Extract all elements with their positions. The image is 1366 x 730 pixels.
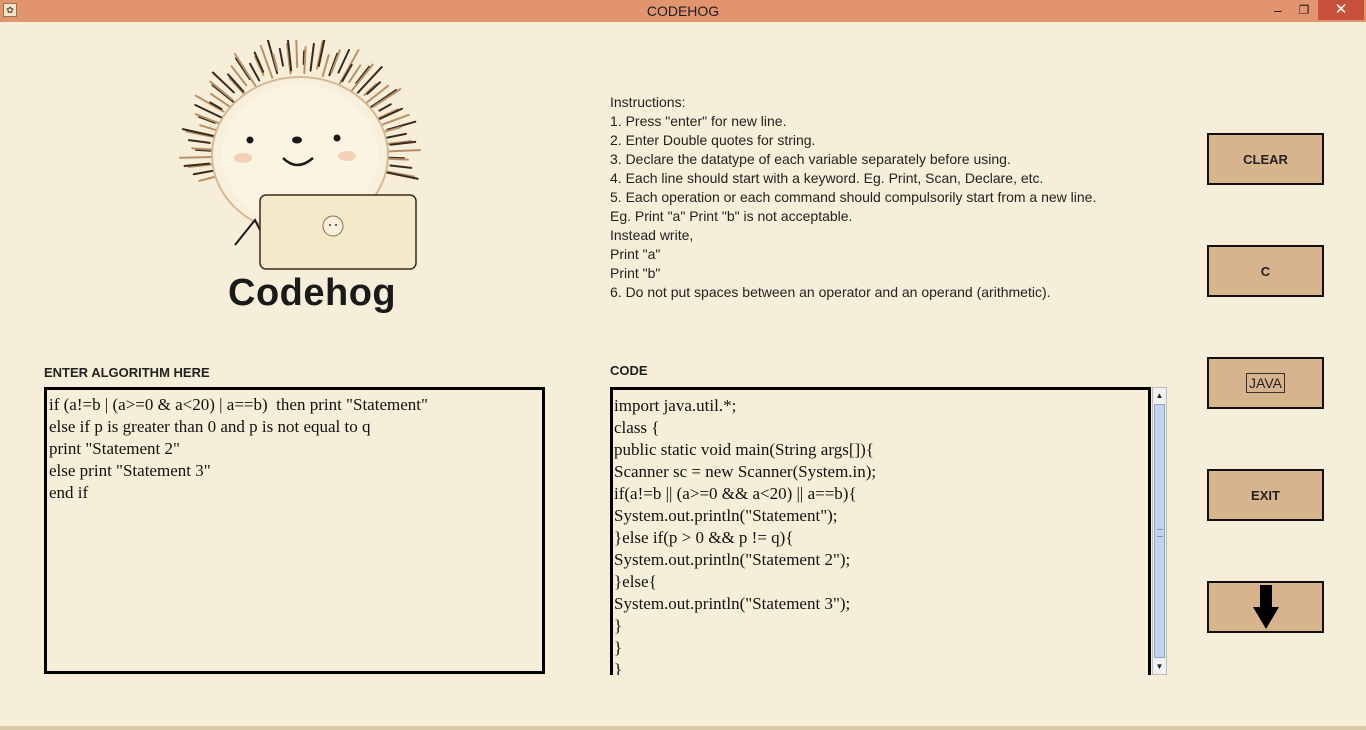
java-button-label: JAVA <box>1246 373 1285 393</box>
algorithm-line: else if p is greater than 0 and p is not… <box>49 417 371 436</box>
code-line: public static void main(String args[]){ <box>614 440 874 459</box>
code-label: CODE <box>610 363 648 378</box>
grip-icon <box>1157 529 1163 537</box>
instruction-line: 6. Do not put spaces between an operator… <box>610 284 1051 300</box>
clear-button[interactable]: CLEAR <box>1207 133 1324 185</box>
code-line: class { <box>614 418 660 437</box>
instruction-line: Print "b" <box>610 265 661 281</box>
instruction-line: Instructions: <box>610 94 686 110</box>
instruction-line: Eg. Print "a" Print "b" is not acceptabl… <box>610 208 853 224</box>
code-line: import java.util.*; <box>614 396 737 415</box>
scroll-up-arrow-icon[interactable]: ▲ <box>1153 388 1166 403</box>
algorithm-input[interactable]: if (a!=b | (a>=0 & a<20) | a==b) then pr… <box>44 387 545 674</box>
instruction-line: 1. Press "enter" for new line. <box>610 113 787 129</box>
c-button[interactable]: C <box>1207 245 1324 297</box>
maximize-button[interactable]: ❐ <box>1292 0 1316 20</box>
instructions-panel: Instructions: 1. Press "enter" for new l… <box>610 93 1096 302</box>
algorithm-line: end if <box>49 483 89 502</box>
java-button[interactable]: JAVA <box>1207 357 1324 409</box>
exit-button-label: EXIT <box>1251 487 1280 503</box>
code-line: System.out.println("Statement 3"); <box>614 594 851 613</box>
code-line: if(a!=b || (a>=0 && a<20) || a==b){ <box>614 484 857 503</box>
code-line: System.out.println("Statement"); <box>614 506 838 525</box>
algorithm-line: print "Statement 2" <box>49 439 180 458</box>
instruction-line: 5. Each operation or each command should… <box>610 189 1097 205</box>
scroll-down-arrow-icon[interactable]: ▼ <box>1153 659 1166 674</box>
arrow-down-icon <box>1252 585 1279 629</box>
code-line: } <box>614 660 623 675</box>
close-button[interactable]: ✕ <box>1318 0 1364 20</box>
clear-button-label: CLEAR <box>1243 151 1288 167</box>
instruction-line: 2. Enter Double quotes for string. <box>610 132 816 148</box>
title-bar: ✿ CODEHOG – ❐ ✕ <box>0 0 1366 22</box>
exit-button[interactable]: EXIT <box>1207 469 1324 521</box>
code-line: System.out.println("Statement 2"); <box>614 550 851 569</box>
code-line: Scanner sc = new Scanner(System.in); <box>614 462 877 481</box>
instruction-line: Instead write, <box>610 227 694 243</box>
download-button[interactable] <box>1207 581 1324 633</box>
logo-text: Codehog <box>228 272 397 314</box>
code-line: } <box>614 638 623 657</box>
instruction-line: Print "a" <box>610 246 661 262</box>
instruction-line: 4. Each line should start with a keyword… <box>610 170 1044 186</box>
algorithm-line: else print "Statement 3" <box>49 461 211 480</box>
code-line: }else if(p > 0 && p != q){ <box>614 528 794 547</box>
bottom-border <box>0 726 1366 730</box>
window-title: CODEHOG <box>646 3 720 19</box>
algorithm-line: if (a!=b | (a>=0 & a<20) | a==b) then pr… <box>49 395 428 414</box>
code-scrollbar[interactable]: ▲ ▼ <box>1152 387 1167 675</box>
minimize-button[interactable]: – <box>1266 0 1290 20</box>
scrollbar-thumb[interactable] <box>1154 404 1165 658</box>
code-output-panel: import java.util.*; class { public stati… <box>610 387 1167 675</box>
code-output[interactable]: import java.util.*; class { public stati… <box>610 387 1151 675</box>
code-line: }else{ <box>614 572 657 591</box>
algorithm-label: ENTER ALGORITHM HERE <box>44 365 210 380</box>
code-line: } <box>614 616 623 635</box>
c-button-label: C <box>1260 263 1271 279</box>
instruction-line: 3. Declare the datatype of each variable… <box>610 151 1011 167</box>
